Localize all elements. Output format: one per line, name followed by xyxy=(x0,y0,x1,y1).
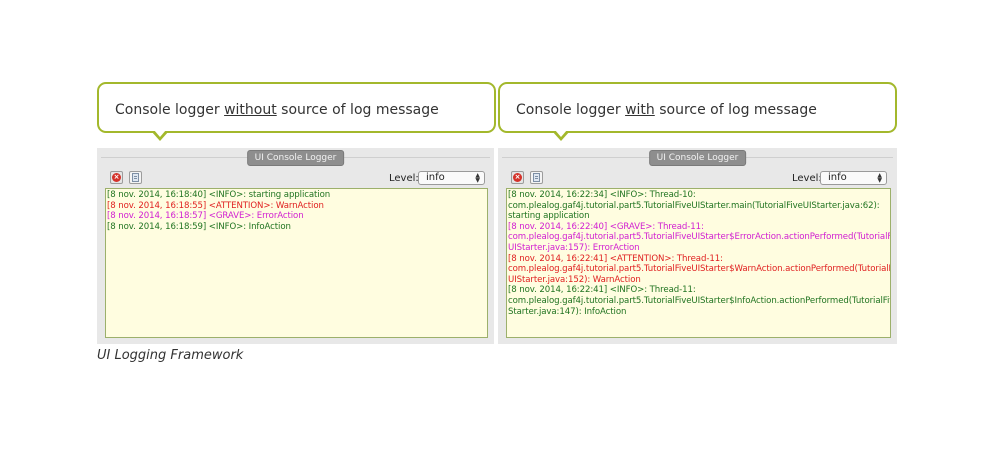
window-title: UI Console Logger xyxy=(246,150,345,166)
log-line: [8 nov. 2014, 16:22:41] <INFO>: Thread-1… xyxy=(508,285,696,296)
log-line: [8 nov. 2014, 16:18:57] <GRAVE>: ErrorAc… xyxy=(107,211,304,222)
updown-arrows-icon: ▲ ▼ xyxy=(877,172,882,184)
figure-caption: UI Logging Framework xyxy=(97,348,244,363)
log-output[interactable]: [8 nov. 2014, 16:22:34] <INFO>: Thread-1… xyxy=(506,188,891,338)
log-line: com.plealog.gaf4j.tutorial.part5.Tutoria… xyxy=(508,200,880,211)
log-line: UIStarter.java:152): WarnAction xyxy=(508,274,641,285)
updown-arrows-icon: ▲ ▼ xyxy=(475,172,480,184)
callout-text-before: Console logger xyxy=(516,102,626,118)
log-output[interactable]: [8 nov. 2014, 16:18:40] <INFO>: starting… xyxy=(105,188,488,338)
log-line: Starter.java:147): InfoAction xyxy=(508,306,627,317)
clipboard-icon xyxy=(132,173,139,182)
log-line: UIStarter.java:157): ErrorAction xyxy=(508,242,640,253)
level-select[interactable]: info ▲ ▼ xyxy=(820,171,887,185)
callout-without-source: Console logger without source of log mes… xyxy=(97,82,496,141)
log-line: [8 nov. 2014, 16:18:59] <INFO>: InfoActi… xyxy=(107,221,291,232)
copy-log-button[interactable] xyxy=(530,171,543,184)
log-line: [8 nov. 2014, 16:22:34] <INFO>: Thread-1… xyxy=(508,190,696,200)
window-title: UI Console Logger xyxy=(648,150,747,166)
log-line: starting application xyxy=(508,211,590,222)
callout-text-emphasis: without xyxy=(224,102,277,118)
log-line: [8 nov. 2014, 16:22:41] <ATTENTION>: Thr… xyxy=(508,253,723,264)
stop-icon: × xyxy=(513,173,522,182)
callout-text-after: source of log message xyxy=(654,102,817,118)
log-line: com.plealog.gaf4j.tutorial.part5.Tutoria… xyxy=(508,264,891,275)
copy-log-button[interactable] xyxy=(129,171,142,184)
level-label: Level: xyxy=(389,173,419,184)
log-line: com.plealog.gaf4j.tutorial.part5.Tutoria… xyxy=(508,295,891,306)
clear-log-button[interactable]: × xyxy=(110,171,123,184)
log-line: com.plealog.gaf4j.tutorial.part5.Tutoria… xyxy=(508,232,891,243)
log-line: [8 nov. 2014, 16:18:40] <INFO>: starting… xyxy=(107,190,331,200)
stop-icon: × xyxy=(112,173,121,182)
clear-log-button[interactable]: × xyxy=(511,171,524,184)
console-logger-window-1: UI Console Logger × Level: info ▲ ▼ [8 no… xyxy=(97,148,494,344)
level-select[interactable]: info ▲ ▼ xyxy=(418,171,485,185)
callout-text-after: source of log message xyxy=(276,102,439,118)
callout-text-before: Console logger xyxy=(115,102,225,118)
clipboard-icon xyxy=(533,173,540,182)
level-label: Level: xyxy=(792,173,822,184)
level-select-value: info xyxy=(426,172,445,183)
level-select-value: info xyxy=(828,172,847,183)
log-line: [8 nov. 2014, 16:22:40] <GRAVE>: Thread-… xyxy=(508,221,704,232)
log-line: [8 nov. 2014, 16:18:55] <ATTENTION>: War… xyxy=(107,200,324,211)
callout-with-source: Console logger with source of log messag… xyxy=(498,82,897,141)
callout-text-emphasis: with xyxy=(625,102,655,118)
console-logger-window-2: UI Console Logger × Level: info ▲ ▼ [8 no… xyxy=(498,148,897,344)
